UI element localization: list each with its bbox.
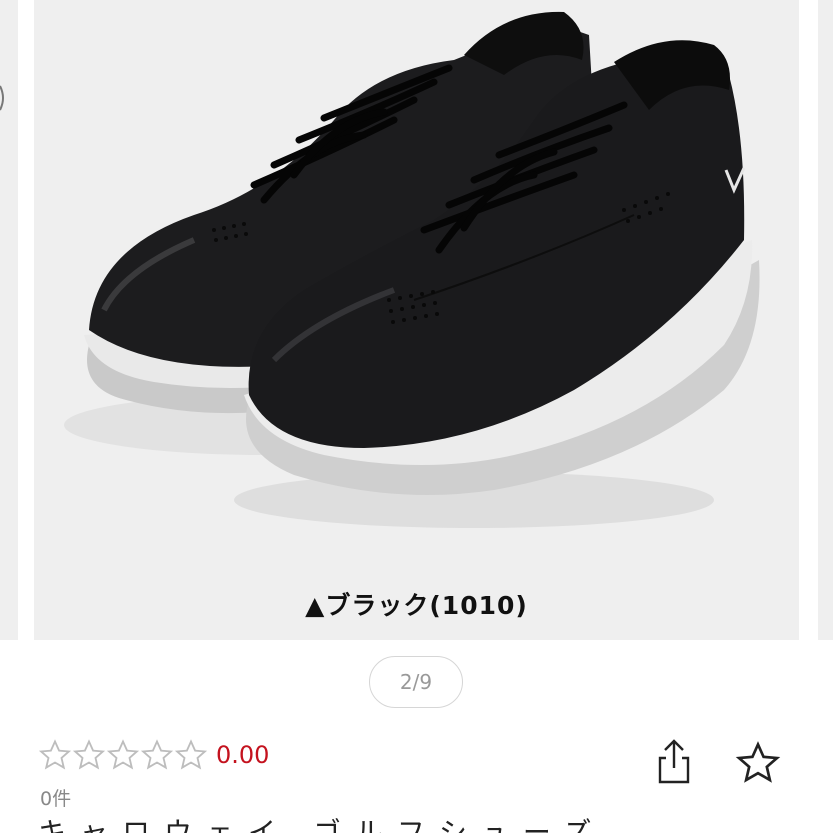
previous-slide-peek[interactable] bbox=[0, 0, 18, 640]
product-title: キャロウェイ ゴルフシューズ bbox=[38, 818, 798, 833]
favorite-star-icon[interactable] bbox=[735, 740, 781, 786]
rating-value: 0.00 bbox=[216, 741, 270, 769]
star-empty-icon bbox=[140, 739, 174, 770]
product-image-slide[interactable]: ▲ブラック(1010) bbox=[34, 0, 799, 640]
previous-slide-edge-icon bbox=[0, 85, 4, 111]
share-icon[interactable] bbox=[652, 738, 696, 786]
star-empty-icon bbox=[106, 739, 140, 770]
image-carousel[interactable]: ▲ブラック(1010) bbox=[0, 0, 833, 645]
shoe-photo bbox=[64, 11, 760, 528]
star-empty-icon bbox=[72, 739, 106, 770]
star-empty-icon bbox=[38, 739, 72, 770]
review-count[interactable]: 0件 bbox=[40, 784, 71, 811]
rating-row: 0.00 bbox=[38, 738, 269, 772]
slide-pager: 2/9 bbox=[369, 656, 463, 708]
slide-caption: ▲ブラック(1010) bbox=[305, 591, 528, 620]
star-empty-icon bbox=[174, 739, 208, 770]
next-slide-peek[interactable] bbox=[818, 0, 833, 640]
product-title-text: キャロウェイ ゴルフシューズ bbox=[38, 818, 798, 833]
